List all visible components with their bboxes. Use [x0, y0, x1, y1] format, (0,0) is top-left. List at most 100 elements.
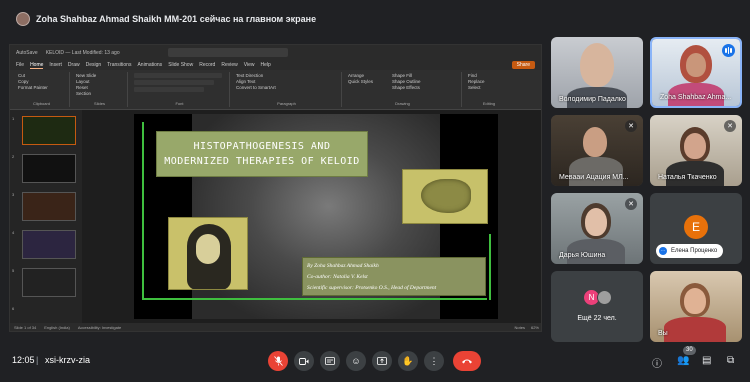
ribbon-format-painter[interactable]: Format Painter [18, 85, 65, 91]
camera-toggle-button[interactable] [294, 351, 314, 371]
present-screen-button[interactable] [372, 351, 392, 371]
ribbon-section[interactable]: Section [76, 91, 123, 97]
participant-name: Мевааи Ацация МЛ... [559, 174, 629, 181]
activities-icon[interactable]: ⧉ [727, 355, 734, 366]
status-zoom[interactable]: 62% [531, 325, 539, 330]
participant-count-badge: 30 [683, 346, 696, 355]
people-icon[interactable]: 👥 [677, 355, 689, 366]
menu-help[interactable]: Help [260, 62, 270, 68]
mic-off-icon: ✕ [724, 120, 736, 132]
meet-window: Zoha Shahbaz Ahmad Shaikh MM-201 сейчас … [0, 0, 750, 382]
menu-home[interactable]: Home [30, 62, 44, 69]
more-participants-tile[interactable]: N Ещё 22 чел. [551, 271, 643, 342]
presenter-text: Zoha Shahbaz Ahmad Shaikh MM-201 сейчас … [36, 14, 317, 24]
ribbon-slides: New Slide Layout Reset Section Slides [72, 72, 128, 107]
status-accessibility[interactable]: Accessibility: Investigate [78, 325, 121, 330]
menu-animations[interactable]: Animations [137, 62, 162, 68]
presenter-bar: Zoha Shahbaz Ahmad Shaikh MM-201 сейчас … [10, 8, 740, 30]
ribbon-clipboard: Cut Copy Format Painter Clipboard [14, 72, 70, 107]
emoji-reaction-button[interactable]: ☺ [346, 351, 366, 371]
slide-thumbnail[interactable] [22, 230, 76, 259]
present-icon [377, 357, 387, 365]
captions-button[interactable] [320, 351, 340, 371]
thumb-number: 3 [12, 192, 15, 197]
participant-tile[interactable]: ✕ Наталья Ткаченко [650, 115, 742, 186]
ribbon-clipboard-label: Clipboard [32, 101, 51, 106]
ppt-workspace: 1 2 3 4 5 6 HISTOPATHOGENESIS AND MODERN… [10, 110, 541, 325]
separator: | [36, 355, 39, 365]
menu-review[interactable]: Review [221, 62, 237, 68]
status-notes[interactable]: Notes [515, 325, 525, 330]
doc-title: KELOID — Last Modified: 13 ago [45, 49, 120, 56]
participant-avatar [597, 290, 612, 305]
hand-icon: ✋ [402, 355, 414, 366]
leave-call-button[interactable] [453, 351, 481, 371]
slide-thumbnail[interactable] [22, 192, 76, 221]
participant-tile[interactable]: E ⋯ Елена Проценко [650, 193, 742, 264]
more-participants-label: Ещё 22 чел. [577, 315, 617, 322]
slide-title-box: HISTOPATHOGENESIS AND MODERNIZED THERAPI… [156, 131, 368, 177]
share-button[interactable]: Share [511, 61, 535, 69]
captions-icon [325, 357, 335, 365]
slide-thumbnail[interactable] [22, 116, 76, 145]
thumb-number: 4 [12, 230, 15, 235]
mic-off-icon [273, 356, 283, 366]
slide-thumbnails: 1 2 3 4 5 6 [10, 110, 82, 325]
speaking-indicator-icon [722, 44, 735, 57]
slide-person-photo [168, 217, 248, 290]
info-icon[interactable]: ⓘ [652, 355, 662, 370]
menu-design[interactable]: Design [86, 62, 102, 68]
thumb-number: 6 [12, 306, 15, 311]
ppt-menu-bar: File Home Insert Draw Design Transitions… [10, 60, 541, 70]
mic-off-icon: ✕ [625, 120, 637, 132]
menu-draw[interactable]: Draw [68, 62, 80, 68]
ribbon-font-label: Font [175, 101, 184, 106]
slide-author: By Zoha Shahbaz Ahmad Shaikh [307, 263, 379, 269]
meeting-code: xsi-krzv-zia [45, 355, 90, 365]
self-view-tile[interactable]: Вы [650, 271, 742, 342]
menu-record[interactable]: Record [199, 62, 215, 68]
participant-avatar: E [684, 215, 708, 239]
ribbon-smartart[interactable]: Convert to SmartArt [236, 85, 337, 91]
menu-transitions[interactable]: Transitions [107, 62, 131, 68]
slide-supervisor: Scientific supervisor: Protsenko O.S., H… [307, 285, 437, 291]
participant-name: Елена Проценко [671, 248, 718, 254]
ribbon-shape-effects[interactable]: Shape Effects [392, 85, 421, 91]
status-slide-count: Slide 1 of 34 [14, 324, 37, 330]
clock: 12:05 [12, 355, 35, 365]
emoji-icon: ☺ [351, 356, 361, 366]
ppt-search-box[interactable] [167, 48, 288, 57]
autosave-label: AutoSave [16, 49, 38, 56]
chat-icon[interactable]: ▤ [702, 355, 711, 366]
slide-thumbnail[interactable] [22, 154, 76, 183]
participant-name: Вы [658, 330, 668, 337]
shared-screen: AutoSave KELOID — Last Modified: 13 ago … [9, 44, 542, 332]
slide-keloid-photo [402, 169, 488, 224]
participant-tile[interactable]: ✕ Дарья Юшина [551, 193, 643, 264]
menu-file[interactable]: File [16, 62, 24, 68]
presenter-avatar [16, 12, 30, 26]
mic-off-icon: ✕ [625, 198, 637, 210]
menu-insert[interactable]: Insert [49, 62, 62, 68]
slide-title-line2: MODERNIZED THERAPIES OF KELOID [164, 156, 360, 167]
more-options-button[interactable]: ⋮ [424, 351, 444, 371]
slide-thumbnail[interactable] [22, 268, 76, 297]
ribbon-select[interactable]: Select [468, 85, 510, 91]
ribbon-paragraph: Text Direction Align Text Convert to Sma… [232, 72, 342, 107]
ppt-statusbar: Slide 1 of 34 English (India) Accessibil… [10, 323, 541, 331]
ribbon-editing-label: Editing [482, 101, 496, 106]
raise-hand-button[interactable]: ✋ [398, 351, 418, 371]
participant-name-pill: ⋯ Елена Проценко [656, 244, 724, 258]
participant-tile-speaking[interactable]: Zoha Shahbaz Ahma... [650, 37, 742, 108]
ribbon-quick-styles[interactable]: Quick Styles [348, 79, 388, 85]
ppt-ribbon: Cut Copy Format Painter Clipboard New Sl… [10, 70, 541, 110]
participant-name: Наталья Ткаченко [658, 174, 717, 181]
more-options-icon[interactable]: ⋯ [659, 247, 667, 255]
participant-tile[interactable]: Володимир Падалко [551, 37, 643, 108]
menu-slideshow[interactable]: Slide Show [168, 62, 193, 68]
participant-tile[interactable]: ✕ Мевааи Ацация МЛ... [551, 115, 643, 186]
slide-title-line1: HISTOPATHOGENESIS AND [193, 141, 331, 152]
mic-toggle-button[interactable] [268, 351, 288, 371]
menu-view[interactable]: View [244, 62, 255, 68]
slide-canvas: HISTOPATHOGENESIS AND MODERNIZED THERAPI… [82, 110, 541, 325]
